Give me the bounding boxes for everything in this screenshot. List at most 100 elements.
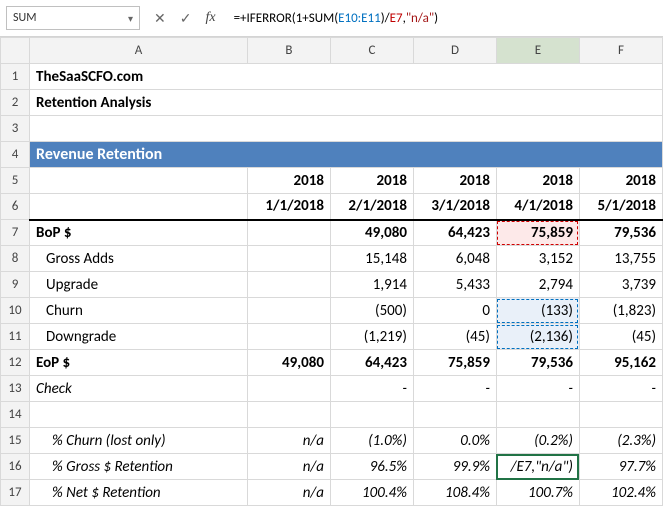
cell[interactable]: 79,536 xyxy=(579,220,662,246)
col-header-B[interactable]: B xyxy=(247,38,330,64)
col-header-C[interactable]: C xyxy=(330,38,413,64)
row-header[interactable]: 4 xyxy=(1,142,30,168)
row-label[interactable]: Downgrade xyxy=(30,324,248,350)
cell[interactable] xyxy=(247,402,330,428)
cell[interactable]: 2018 xyxy=(247,168,330,194)
cancel-icon[interactable]: ✕ xyxy=(154,10,166,27)
cell[interactable]: (0.2%) xyxy=(496,428,579,454)
cell[interactable]: 79,536 xyxy=(496,350,579,376)
cell[interactable]: (1.0%) xyxy=(330,428,413,454)
row-header[interactable]: 14 xyxy=(1,402,30,428)
cell[interactable] xyxy=(247,246,330,272)
row-header[interactable]: 3 xyxy=(1,116,30,142)
cell[interactable]: 0.0% xyxy=(413,428,496,454)
cell-E11[interactable]: (2,136) xyxy=(496,324,579,350)
cell[interactable]: 13,755 xyxy=(579,246,662,272)
cell[interactable]: - xyxy=(496,376,579,402)
cell-E10[interactable]: (133) xyxy=(496,298,579,324)
cell[interactable] xyxy=(30,168,248,194)
cell[interactable]: (1,219) xyxy=(330,324,413,350)
cell-E7[interactable]: 75,859 xyxy=(496,220,579,246)
cell[interactable]: 64,423 xyxy=(413,220,496,246)
row-header[interactable]: 15 xyxy=(1,428,30,454)
row-header[interactable]: 9 xyxy=(1,272,30,298)
site-title[interactable]: TheSaaSCFO.com xyxy=(30,64,663,90)
row-label[interactable]: % Gross $ Retention xyxy=(30,454,248,480)
spreadsheet-grid[interactable]: A B C D E F 1 TheSaaSCFO.com 2 Retention… xyxy=(0,37,663,506)
row-header[interactable]: 1 xyxy=(1,64,30,90)
row-header[interactable]: 5 xyxy=(1,168,30,194)
fx-icon[interactable]: fx xyxy=(205,10,215,26)
cell[interactable] xyxy=(247,298,330,324)
cell[interactable]: (45) xyxy=(579,324,662,350)
cell[interactable]: n/a xyxy=(247,428,330,454)
cell[interactable]: (1,823) xyxy=(579,298,662,324)
cell[interactable]: 49,080 xyxy=(330,220,413,246)
cell[interactable] xyxy=(330,402,413,428)
cell[interactable]: 2018 xyxy=(579,168,662,194)
cell[interactable]: 99.9% xyxy=(413,454,496,480)
cell[interactable]: 0 xyxy=(413,298,496,324)
cell[interactable]: 75,859 xyxy=(413,350,496,376)
cell[interactable]: (45) xyxy=(413,324,496,350)
row-header[interactable]: 11 xyxy=(1,324,30,350)
row-label[interactable]: Gross Adds xyxy=(30,246,248,272)
cell[interactable] xyxy=(579,402,662,428)
cell[interactable]: 102.4% xyxy=(579,480,662,506)
cell[interactable]: 100.7% xyxy=(496,480,579,506)
cell[interactable]: 2018 xyxy=(413,168,496,194)
cell[interactable]: 2018 xyxy=(496,168,579,194)
row-header[interactable]: 12 xyxy=(1,350,30,376)
select-all[interactable] xyxy=(1,38,30,64)
cell[interactable]: (500) xyxy=(330,298,413,324)
cell[interactable]: (2.3%) xyxy=(579,428,662,454)
cell[interactable]: 49,080 xyxy=(247,350,330,376)
cell[interactable]: 5,433 xyxy=(413,272,496,298)
cell[interactable]: 4/1/2018 xyxy=(496,194,579,220)
cell[interactable]: 1,914 xyxy=(330,272,413,298)
cell[interactable]: n/a xyxy=(247,454,330,480)
enter-icon[interactable]: ✓ xyxy=(180,10,192,27)
cell[interactable] xyxy=(247,220,330,246)
name-box[interactable]: SUM ▾ xyxy=(6,6,140,30)
col-header-A[interactable]: A xyxy=(30,38,248,64)
row-header[interactable]: 7 xyxy=(1,220,30,246)
col-header-E[interactable]: E xyxy=(496,38,579,64)
cell[interactable] xyxy=(496,402,579,428)
cell[interactable]: 64,423 xyxy=(330,350,413,376)
cell[interactable]: - xyxy=(579,376,662,402)
cell[interactable]: 3,152 xyxy=(496,246,579,272)
row-label[interactable]: EoP $ xyxy=(30,350,248,376)
cell[interactable] xyxy=(413,402,496,428)
cell[interactable]: n/a xyxy=(247,480,330,506)
cell[interactable]: 95,162 xyxy=(579,350,662,376)
row-header[interactable]: 16 xyxy=(1,454,30,480)
cell[interactable]: 1/1/2018 xyxy=(247,194,330,220)
row-header[interactable]: 17 xyxy=(1,480,30,506)
section-header[interactable]: Revenue Retention xyxy=(30,142,663,168)
active-cell-E16[interactable]: /E7,"n/a") xyxy=(496,454,579,480)
cell[interactable]: 3/1/2018 xyxy=(413,194,496,220)
cell[interactable]: - xyxy=(330,376,413,402)
col-header-D[interactable]: D xyxy=(413,38,496,64)
row-label[interactable]: % Net $ Retention xyxy=(30,480,248,506)
row-label[interactable]: Churn xyxy=(30,298,248,324)
cell[interactable]: 2018 xyxy=(330,168,413,194)
cell[interactable]: 15,148 xyxy=(330,246,413,272)
row-header[interactable]: 8 xyxy=(1,246,30,272)
cell[interactable]: 108.4% xyxy=(413,480,496,506)
cell[interactable] xyxy=(247,272,330,298)
cell[interactable] xyxy=(247,376,330,402)
cell[interactable] xyxy=(30,116,663,142)
cell[interactable]: 6,048 xyxy=(413,246,496,272)
formula-input[interactable]: =+IFERROR(1+SUM(E10:E11)/E7,"n/a") xyxy=(230,11,657,26)
row-label[interactable]: Check xyxy=(30,376,248,402)
row-label[interactable]: BoP $ xyxy=(30,220,248,246)
cell[interactable]: 96.5% xyxy=(330,454,413,480)
row-header[interactable]: 6 xyxy=(1,194,30,220)
col-header-F[interactable]: F xyxy=(579,38,662,64)
row-header[interactable]: 10 xyxy=(1,298,30,324)
cell[interactable]: 5/1/2018 xyxy=(579,194,662,220)
cell[interactable] xyxy=(30,194,248,220)
cell[interactable] xyxy=(247,324,330,350)
